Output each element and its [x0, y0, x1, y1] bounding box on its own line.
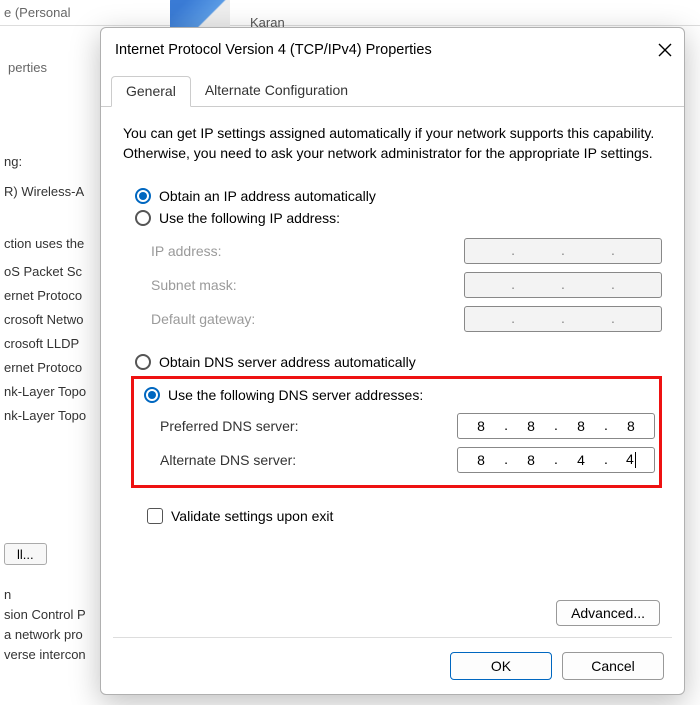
bg-properties-label: perties	[8, 60, 47, 75]
advanced-button[interactable]: Advanced...	[556, 600, 660, 626]
field-label: Subnet mask:	[151, 277, 456, 293]
ipv4-properties-dialog: Internet Protocol Version 4 (TCP/IPv4) P…	[100, 27, 685, 695]
checkbox-icon	[147, 508, 163, 524]
bg-list-item: nk-Layer Topo	[4, 380, 100, 404]
radio-icon	[135, 188, 151, 204]
radio-obtain-dns-auto[interactable]: Obtain DNS server address automatically	[135, 354, 662, 370]
bg-connecting-label: ng:	[4, 150, 100, 174]
radio-use-ip-manual[interactable]: Use the following IP address:	[135, 210, 662, 226]
tab-general[interactable]: General	[111, 76, 191, 107]
bg-desc-line: sion Control P	[4, 605, 86, 625]
ip-address-input: ...	[464, 238, 662, 264]
bg-titlebar: e (Personal	[0, 0, 700, 26]
description-text: You can get IP settings assigned automat…	[123, 123, 662, 164]
separator	[113, 637, 672, 638]
validate-settings-checkbox[interactable]: Validate settings upon exit	[147, 508, 662, 524]
bg-list-item: crosoft LLDP	[4, 332, 100, 356]
bg-list-item: crosoft Netwo	[4, 308, 100, 332]
field-default-gateway: Default gateway: ...	[151, 302, 662, 336]
bg-desc-line: verse intercon	[4, 645, 86, 665]
field-label: Alternate DNS server:	[160, 452, 449, 468]
radio-use-dns-manual[interactable]: Use the following DNS server addresses:	[144, 387, 655, 403]
dns-highlight-annotation: Use the following DNS server addresses: …	[131, 376, 662, 488]
radio-label: Obtain an IP address automatically	[159, 188, 376, 204]
bg-desc-line: n	[4, 585, 86, 605]
radio-label: Use the following IP address:	[159, 210, 340, 226]
bg-list-item: ernet Protoco	[4, 356, 100, 380]
field-preferred-dns: Preferred DNS server: 8. 8. 8. 8	[160, 409, 655, 443]
alternate-dns-input[interactable]: 8. 8. 4. 4	[457, 447, 655, 473]
field-ip-address: IP address: ...	[151, 234, 662, 268]
preferred-dns-input[interactable]: 8. 8. 8. 8	[457, 413, 655, 439]
dialog-buttons: OK Cancel	[450, 652, 664, 680]
subnet-mask-input: ...	[464, 272, 662, 298]
bg-list-item: oS Packet Sc	[4, 260, 100, 284]
tab-alternate-configuration[interactable]: Alternate Configuration	[191, 76, 362, 106]
ok-button[interactable]: OK	[450, 652, 552, 680]
radio-label: Use the following DNS server addresses:	[168, 387, 423, 403]
field-label: Preferred DNS server:	[160, 418, 449, 434]
radio-label: Obtain DNS server address automatically	[159, 354, 416, 370]
radio-icon	[144, 387, 160, 403]
field-subnet-mask: Subnet mask: ...	[151, 268, 662, 302]
radio-icon	[135, 354, 151, 370]
dialog-titlebar: Internet Protocol Version 4 (TCP/IPv4) P…	[101, 28, 684, 72]
close-button[interactable]	[658, 43, 672, 57]
tab-strip: General Alternate Configuration	[101, 76, 684, 107]
field-label: Default gateway:	[151, 311, 456, 327]
default-gateway-input: ...	[464, 306, 662, 332]
bg-list-heading: ction uses the	[4, 232, 100, 256]
field-label: IP address:	[151, 243, 456, 259]
bg-install-button[interactable]: ll...	[4, 543, 47, 565]
radio-icon	[135, 210, 151, 226]
bg-adapter-label: R) Wireless-A	[4, 180, 100, 204]
checkbox-label: Validate settings upon exit	[171, 508, 333, 524]
dialog-title: Internet Protocol Version 4 (TCP/IPv4) P…	[115, 42, 658, 58]
bg-list-item: ernet Protoco	[4, 284, 100, 308]
cancel-button[interactable]: Cancel	[562, 652, 664, 680]
field-alternate-dns: Alternate DNS server: 8. 8. 4. 4	[160, 443, 655, 477]
bg-desc-line: a network pro	[4, 625, 86, 645]
text-cursor	[635, 452, 636, 468]
radio-obtain-ip-auto[interactable]: Obtain an IP address automatically	[135, 188, 662, 204]
bg-list-item: nk-Layer Topo	[4, 404, 100, 428]
